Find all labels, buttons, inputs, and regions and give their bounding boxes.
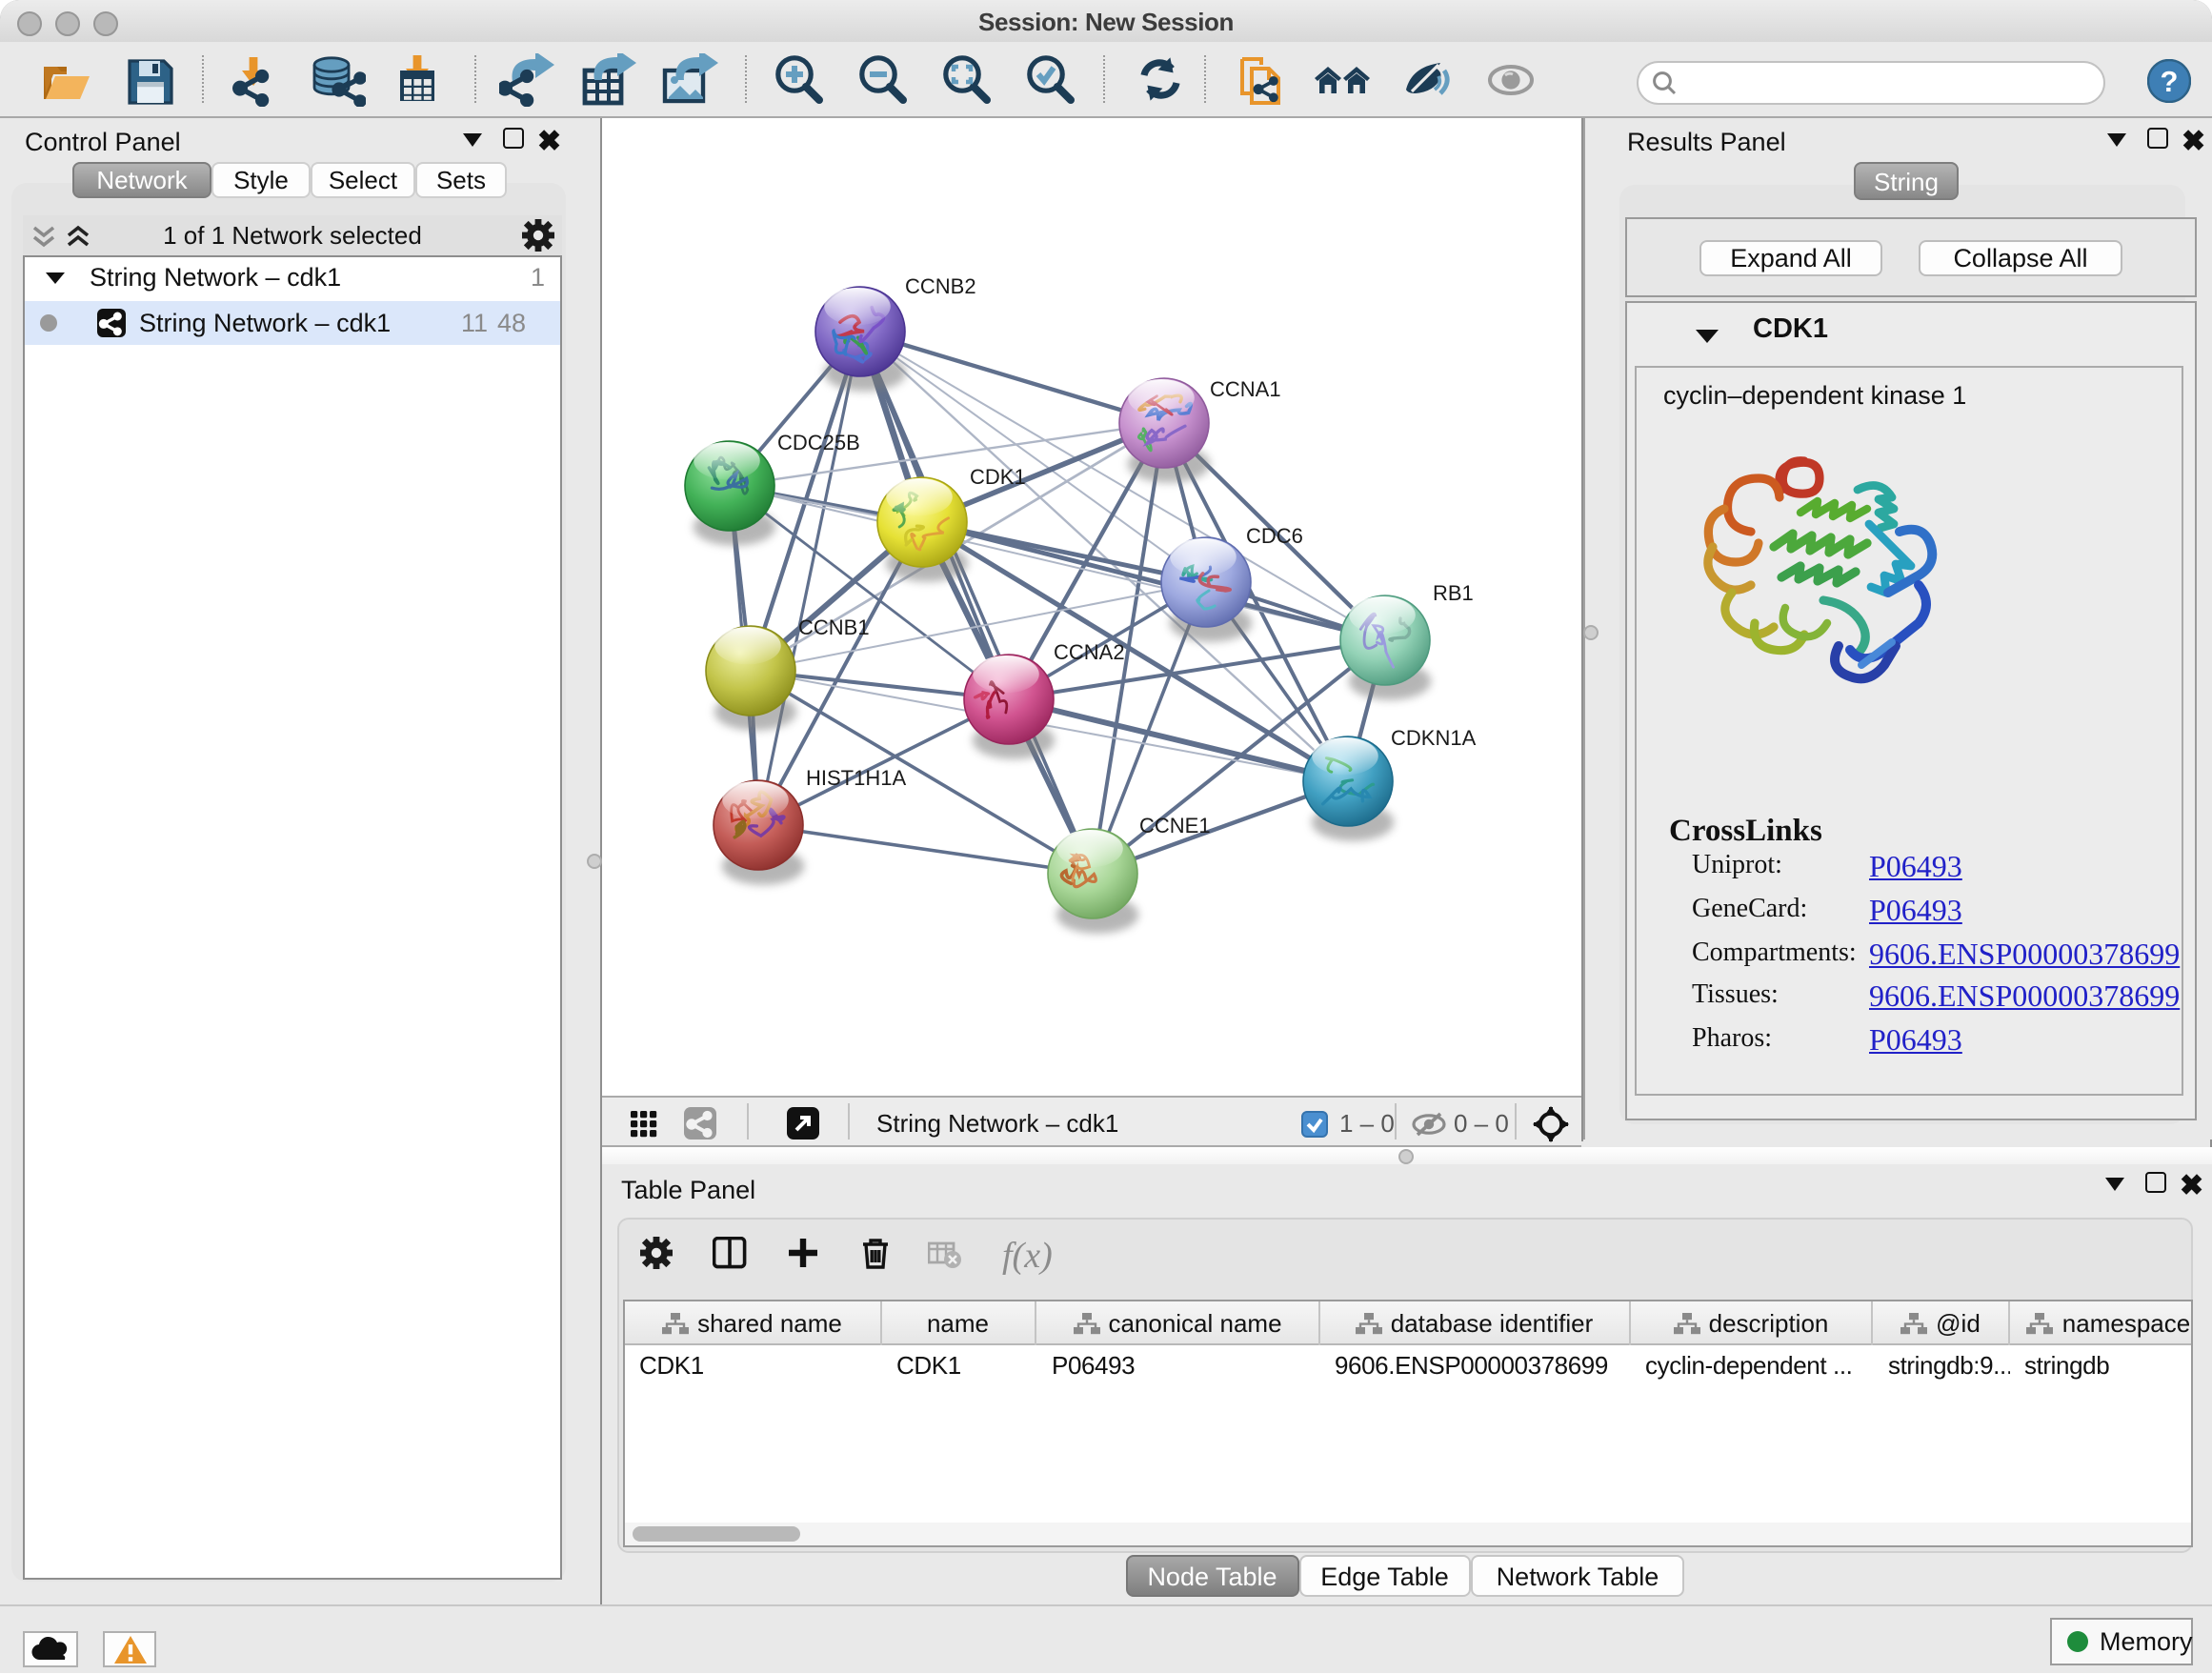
svg-text:CDC25B: CDC25B — [777, 431, 860, 454]
svg-text:CCNB1: CCNB1 — [798, 615, 870, 639]
svg-text:CCNE1: CCNE1 — [1139, 814, 1211, 837]
svg-text:CCNA1: CCNA1 — [1210, 377, 1281, 401]
svg-text:CCNA2: CCNA2 — [1054, 640, 1125, 664]
svg-text:CDKN1A: CDKN1A — [1391, 726, 1477, 750]
svg-text:?: ? — [2161, 65, 2179, 98]
svg-text:HIST1H1A: HIST1H1A — [806, 766, 906, 790]
svg-text:CCNB2: CCNB2 — [905, 274, 976, 298]
svg-text:RB1: RB1 — [1433, 581, 1474, 605]
svg-text:f(x): f(x) — [1001, 1235, 1052, 1275]
svg-text:CDC6: CDC6 — [1246, 524, 1303, 548]
svg-text:CDK1: CDK1 — [970, 465, 1026, 489]
